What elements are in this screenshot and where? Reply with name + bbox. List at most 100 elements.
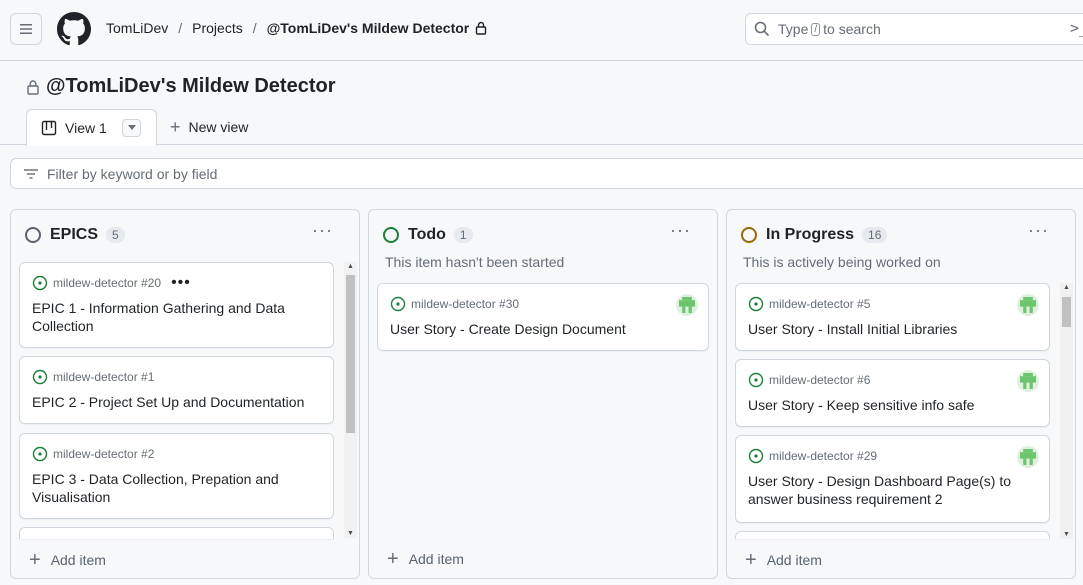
card-title[interactable]: User Story - Create Design Document: [390, 320, 696, 338]
plus-icon: +: [387, 548, 399, 570]
filter-input[interactable]: Filter by keyword or by field: [10, 158, 1083, 189]
scroll-down-icon[interactable]: ▼: [347, 530, 354, 537]
assignee-avatar[interactable]: [1017, 446, 1039, 468]
column-scrollbar[interactable]: ▲ ▼: [344, 262, 357, 538]
add-item-label: Add item: [50, 552, 106, 568]
column-description: This is actively being worked on: [743, 254, 941, 270]
tab-view-1[interactable]: View 1: [26, 109, 157, 146]
card-title[interactable]: User Story - Design Dashboard Page(s) to…: [748, 472, 1037, 508]
issue-card[interactable]: mildew-detector #1 EPIC 2 - Project Set …: [19, 356, 334, 424]
add-item-button[interactable]: + Add item: [29, 550, 106, 570]
chevron-down-icon: [127, 125, 136, 130]
search-icon: [754, 21, 770, 37]
card-ref-text[interactable]: mildew-detector #6: [769, 373, 870, 387]
new-view-button[interactable]: + New view: [170, 118, 249, 136]
breadcrumb-separator: /: [252, 20, 257, 36]
status-circle-icon: [383, 227, 399, 243]
card-ref-text[interactable]: mildew-detector #1: [53, 370, 154, 384]
issue-open-icon: [32, 275, 48, 291]
search-shortcut-key: /: [811, 22, 821, 36]
card-ref-text[interactable]: mildew-detector #30: [411, 297, 519, 311]
issue-card[interactable]: mildew-detector #6 User Story - Keep sen…: [735, 359, 1050, 427]
issue-open-icon: [748, 372, 764, 388]
card-menu-button[interactable]: •••: [171, 275, 191, 291]
card-ref-text[interactable]: mildew-detector #2: [53, 447, 154, 461]
scroll-up-icon[interactable]: ▲: [1063, 284, 1070, 291]
card-reference: mildew-detector #6: [748, 372, 870, 388]
column-menu-button[interactable]: ···: [312, 220, 333, 241]
issue-card[interactable]: mildew-detector #2 EPIC 3 - Data Collect…: [19, 433, 334, 519]
add-item-label: Add item: [408, 551, 464, 567]
column-description: This item hasn't been started: [385, 254, 565, 270]
card-reference: mildew-detector #20 •••: [32, 275, 191, 291]
board-column-epics: EPICS 5 ··· mildew-detector #20 ••• EPIC…: [10, 209, 360, 579]
issue-card[interactable]: mildew-detector #20 ••• EPIC 1 - Informa…: [19, 262, 334, 348]
identicon-avatar-icon: [679, 297, 695, 313]
column-header: In Progress 16: [741, 226, 888, 244]
project-title: @TomLiDev's Mildew Detector: [46, 75, 336, 97]
scroll-up-icon[interactable]: ▲: [347, 263, 354, 270]
issue-card[interactable]: mildew-detector #29 User Story - Design …: [735, 435, 1050, 523]
card-reference: mildew-detector #1: [32, 369, 154, 385]
tab-label: View 1: [65, 120, 107, 136]
breadcrumb-owner[interactable]: TomLiDev: [106, 20, 168, 36]
add-item-label: Add item: [766, 552, 822, 568]
add-item-button[interactable]: + Add item: [745, 549, 822, 571]
card-title[interactable]: EPIC 2 - Project Set Up and Documentatio…: [32, 393, 321, 411]
card-ref-text[interactable]: mildew-detector #5: [769, 297, 870, 311]
github-logo-icon[interactable]: [57, 12, 91, 46]
status-circle-icon: [25, 227, 41, 243]
filter-placeholder: Filter by keyword or by field: [47, 165, 218, 182]
breadcrumb-projects[interactable]: Projects: [192, 20, 243, 36]
board-column-in-progress: In Progress 16 ··· This is actively bein…: [726, 209, 1076, 579]
status-circle-icon: [741, 227, 757, 243]
column-scrollbar[interactable]: ▲ ▼: [1060, 283, 1073, 539]
search-input[interactable]: Type / to search >_: [745, 13, 1083, 45]
column-count-badge: 1: [453, 227, 473, 243]
column-title: Todo: [408, 226, 446, 243]
issue-open-icon: [390, 296, 406, 312]
scrollbar-thumb[interactable]: [1062, 297, 1071, 327]
column-title: EPICS: [50, 226, 99, 243]
board-column-todo: Todo 1 ··· This item hasn't been started…: [368, 209, 718, 579]
issue-open-icon: [32, 369, 48, 385]
breadcrumb-current-project[interactable]: @TomLiDev's Mildew Detector: [267, 20, 470, 36]
lock-icon: [27, 79, 39, 95]
card-reference: mildew-detector #30: [390, 296, 519, 312]
command-palette-icon[interactable]: >_: [1070, 19, 1083, 37]
assignee-avatar[interactable]: [1017, 294, 1039, 316]
breadcrumb: TomLiDev / Projects / @TomLiDev's Mildew…: [106, 20, 487, 36]
filter-icon: [24, 168, 38, 179]
column-menu-button[interactable]: ···: [1028, 220, 1049, 241]
breadcrumb-separator: /: [178, 20, 183, 36]
identicon-avatar-icon: [1020, 373, 1036, 389]
issue-card[interactable]: mildew-detector #30 User Story - Create …: [377, 283, 709, 351]
column-menu-button[interactable]: ···: [670, 220, 691, 241]
assignee-avatar[interactable]: [1017, 370, 1039, 392]
search-placeholder-prefix: Type: [778, 21, 809, 37]
new-view-label: New view: [188, 119, 249, 135]
scrollbar-thumb[interactable]: [346, 275, 355, 433]
issue-card-partial[interactable]: [735, 531, 1050, 539]
view-options-button[interactable]: [122, 119, 141, 137]
plus-icon: +: [745, 549, 757, 571]
search-placeholder-suffix: to search: [823, 21, 881, 37]
view-tabs: View 1 + New view: [0, 109, 1083, 146]
scroll-down-icon[interactable]: ▼: [1063, 531, 1070, 538]
column-count-badge: 5: [106, 227, 125, 243]
column-count-badge: 16: [862, 227, 888, 243]
card-title[interactable]: EPIC 1 - Information Gathering and Data …: [32, 299, 321, 335]
issue-card-partial[interactable]: [19, 527, 334, 539]
menu-button[interactable]: [10, 13, 42, 45]
card-title[interactable]: User Story - Keep sensitive info safe: [748, 396, 1037, 414]
issue-card[interactable]: mildew-detector #5 User Story - Install …: [735, 283, 1050, 351]
card-title[interactable]: User Story - Install Initial Libraries: [748, 320, 1037, 338]
assignee-avatar[interactable]: [676, 294, 698, 316]
card-ref-text[interactable]: mildew-detector #29: [769, 449, 877, 463]
card-ref-text[interactable]: mildew-detector #20: [53, 276, 161, 290]
identicon-avatar-icon: [1020, 449, 1036, 465]
add-item-button[interactable]: + Add item: [387, 548, 464, 570]
identicon-avatar-icon: [1020, 297, 1036, 313]
card-title[interactable]: EPIC 3 - Data Collection, Prepation and …: [32, 470, 321, 506]
page-title: @TomLiDev's Mildew Detector: [26, 75, 336, 98]
